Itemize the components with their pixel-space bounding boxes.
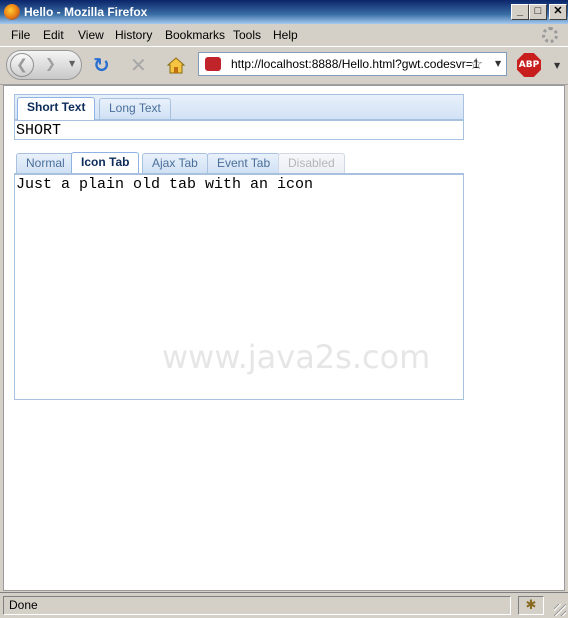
- adblock-icon[interactable]: ABP: [517, 53, 541, 77]
- menu-history[interactable]: History: [115, 28, 152, 42]
- menu-help[interactable]: Help: [273, 28, 298, 42]
- tab-ajax-tab[interactable]: Ajax Tab: [142, 153, 208, 174]
- site-favicon-icon: [205, 57, 221, 71]
- tab-short-text[interactable]: Short Text: [17, 97, 96, 120]
- tab-event-tab[interactable]: Event Tab: [207, 153, 281, 174]
- tab-icon-tab[interactable]: Icon Tab: [71, 152, 140, 175]
- menu-bookmarks[interactable]: Bookmarks: [165, 28, 225, 42]
- watermark: www.java2s.com: [162, 338, 431, 376]
- status-bar: Done ✱: [0, 592, 568, 618]
- window-title: Hello - Mozilla Firefox: [24, 5, 148, 19]
- adblock-dropdown-icon[interactable]: ▼: [554, 61, 560, 70]
- history-dropdown-icon[interactable]: ▼: [69, 59, 75, 68]
- top-tab-bar: Short Text Long Text: [14, 94, 464, 120]
- resize-grip-icon[interactable]: [554, 604, 566, 616]
- navigation-toolbar: ❮ ❯ ▼ ↻ ✕ http://localhost:8888/Hello.ht…: [0, 47, 568, 85]
- bottom-tab-bar: Normal Icon Tab Ajax Tab Event Tab Disab…: [14, 150, 464, 175]
- minimize-button[interactable]: _: [511, 4, 529, 20]
- title-bar: Hello - Mozilla Firefox _ □ ✕: [0, 0, 568, 24]
- menu-tools[interactable]: Tools: [233, 28, 261, 42]
- tab-disabled: Disabled: [278, 153, 345, 174]
- back-forward-group: ❮ ❯ ▼: [6, 50, 82, 80]
- url-dropdown-icon[interactable]: ▼: [495, 59, 501, 68]
- reload-icon[interactable]: ↻: [93, 54, 110, 76]
- bookmark-star-icon[interactable]: ☆: [469, 54, 483, 73]
- forward-arrow-icon[interactable]: ❯: [45, 57, 56, 72]
- home-icon[interactable]: [166, 56, 186, 78]
- close-button[interactable]: ✕: [549, 4, 567, 20]
- tab-long-text[interactable]: Long Text: [99, 98, 171, 119]
- menu-view[interactable]: View: [78, 28, 104, 42]
- throbber-icon: [542, 27, 558, 43]
- menu-file[interactable]: File: [11, 28, 30, 42]
- stop-icon[interactable]: ✕: [130, 54, 147, 76]
- firefox-icon: [4, 4, 20, 20]
- tab-normal[interactable]: Normal: [16, 153, 75, 174]
- page-content: Short Text Long Text SHORT Normal Icon T…: [3, 85, 565, 591]
- bottom-tab-panel-text: Just a plain old tab with an icon: [16, 176, 314, 193]
- firebug-icon[interactable]: ✱: [518, 596, 544, 615]
- menu-bar: File Edit View History Bookmarks Tools H…: [0, 24, 568, 47]
- maximize-button[interactable]: □: [529, 4, 547, 20]
- top-tab-panel: SHORT: [14, 120, 464, 140]
- bottom-tab-panel: Just a plain old tab with an icon www.ja…: [14, 174, 464, 400]
- url-text[interactable]: http://localhost:8888/Hello.html?gwt.cod…: [231, 57, 479, 71]
- status-text: Done: [3, 596, 511, 615]
- menu-edit[interactable]: Edit: [43, 28, 64, 42]
- back-arrow-icon[interactable]: ❮: [10, 53, 34, 77]
- address-bar[interactable]: http://localhost:8888/Hello.html?gwt.cod…: [198, 52, 507, 76]
